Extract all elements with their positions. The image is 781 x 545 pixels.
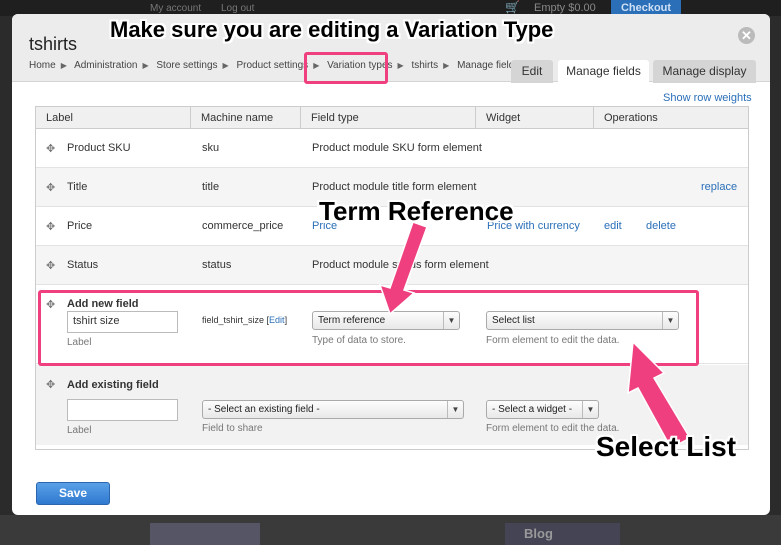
cart-icon: 🛒 <box>505 0 520 14</box>
save-button[interactable]: Save <box>36 482 110 505</box>
tab-edit[interactable]: Edit <box>511 60 553 83</box>
field-label: Product SKU <box>67 142 131 154</box>
show-row-weights-link[interactable]: Show row weights <box>663 92 752 104</box>
existing-field-label-input[interactable] <box>67 399 178 421</box>
field-machine-name: status <box>202 259 232 271</box>
field-label: Title <box>67 181 88 193</box>
breadcrumb-arrow-icon: ▶ <box>397 61 404 70</box>
existing-field-label-hint: Label <box>67 425 92 436</box>
existing-field-hint: Field to share <box>202 423 263 434</box>
field-label: Status <box>67 259 99 271</box>
existing-widget-select[interactable]: - Select a widget - ▼ <box>486 400 599 419</box>
field-machine-name: commerce_price <box>202 220 284 232</box>
existing-field-select[interactable]: - Select an existing field - ▼ <box>202 400 464 419</box>
field-label: Price <box>67 220 93 232</box>
my-account-link[interactable]: My account <box>150 3 201 14</box>
annotation-box-add-new-field <box>38 290 699 366</box>
fields-table: Label Machine name Field type Widget Ope… <box>35 106 749 450</box>
blog-label: Blog <box>524 526 553 541</box>
chevron-down-icon: ▼ <box>582 401 598 418</box>
field-type: Product module status form element <box>312 259 489 271</box>
breadcrumb-home[interactable]: Home <box>29 60 56 71</box>
drag-handle-icon[interactable]: ✥ <box>46 181 55 194</box>
drag-handle-icon[interactable]: ✥ <box>46 220 55 233</box>
field-machine-name: title <box>202 181 220 193</box>
edit-link[interactable]: edit <box>604 220 622 232</box>
site-background-footer <box>0 515 781 545</box>
tab-manage-display[interactable]: Manage display <box>653 60 756 83</box>
column-header-machine-name: Machine name <box>191 107 301 129</box>
field-type: Product module title form element <box>312 181 477 193</box>
add-existing-field-heading: Add existing field <box>67 379 159 391</box>
cart-summary: Empty $0.00 <box>534 2 596 14</box>
field-machine-name: sku <box>202 142 220 154</box>
breadcrumb-store-settings[interactable]: Store settings <box>156 60 217 71</box>
breadcrumb-tshirts[interactable]: tshirts <box>411 60 438 71</box>
breadcrumb: Home ▶ Administration ▶ Store settings ▶ Pr… <box>29 60 519 71</box>
column-header-operations: Operations <box>604 112 658 124</box>
column-header-field-type: Field type <box>301 107 476 129</box>
logout-link[interactable]: Log out <box>221 3 254 14</box>
breadcrumb-arrow-icon: ▶ <box>142 61 149 70</box>
breadcrumb-manage-fields[interactable]: Manage fields <box>457 60 519 71</box>
column-header-widget: Widget <box>476 107 594 129</box>
blog-thumbnail <box>505 523 620 545</box>
table-row: ✥ Product SKU sku Product module SKU for… <box>36 129 748 168</box>
annotation-top: Make sure you are editing a Variation Ty… <box>110 17 554 42</box>
breadcrumb-arrow-icon: ▶ <box>222 61 229 70</box>
breadcrumb-product-settings[interactable]: Product settings <box>236 60 308 71</box>
field-type: Product module SKU form element <box>312 142 482 154</box>
drag-handle-icon[interactable]: ✥ <box>46 259 55 272</box>
drag-handle-icon[interactable]: ✥ <box>46 142 55 155</box>
column-header-label: Label <box>36 107 191 129</box>
replace-link[interactable]: replace <box>701 181 737 193</box>
tab-manage-fields[interactable]: Manage fields <box>558 60 649 83</box>
page-title: tshirts <box>29 34 78 54</box>
table-row: ✥ Status status Product module status fo… <box>36 246 748 285</box>
product-thumbnail <box>150 523 260 545</box>
annotation-select-list: Select List <box>596 431 737 462</box>
delete-link[interactable]: delete <box>646 220 676 232</box>
breadcrumb-administration[interactable]: Administration <box>74 60 137 71</box>
chevron-down-icon: ▼ <box>447 401 463 418</box>
annotation-term-reference: Term Reference <box>319 196 514 226</box>
drag-handle-icon[interactable]: ✥ <box>46 378 55 391</box>
breadcrumb-arrow-icon: ▶ <box>60 61 67 70</box>
table-header: Label Machine name Field type Widget Ope… <box>36 107 748 129</box>
close-button[interactable]: ✕ <box>738 27 755 44</box>
annotation-box-variation-types <box>304 52 388 84</box>
breadcrumb-arrow-icon: ▶ <box>443 61 450 70</box>
